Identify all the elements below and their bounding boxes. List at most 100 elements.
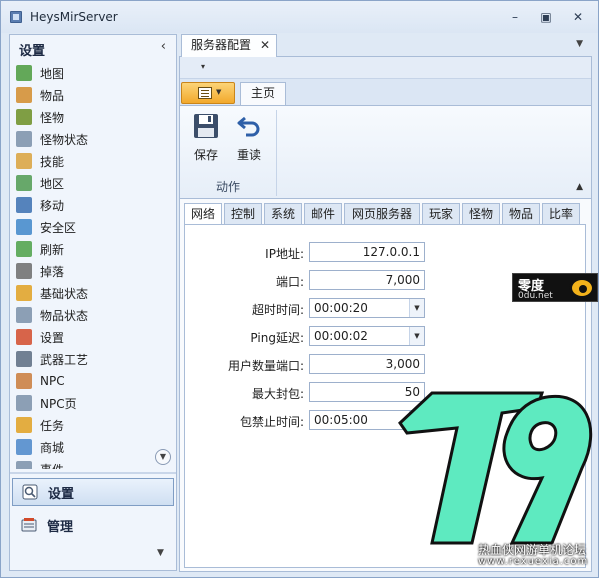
field-label: 包禁止时间:: [239, 415, 304, 429]
document-tabstrip: 服务器配置 ✕ ▼: [179, 34, 592, 57]
sidebar-item[interactable]: 地图: [16, 63, 166, 83]
watermark-t9-logo: [398, 391, 593, 545]
chevron-down-icon: ▼: [216, 88, 222, 96]
sidebar-item[interactable]: 怪物: [16, 107, 166, 127]
sidebar-item[interactable]: 移动: [16, 195, 166, 215]
sidebar-item[interactable]: 商城: [16, 437, 166, 457]
sidebar-collapse-icon[interactable]: ‹: [161, 39, 166, 54]
safezone-icon: [16, 219, 32, 235]
dropdown-arrow-icon[interactable]: ▼: [409, 299, 424, 317]
sidebar-item-label: 地区: [40, 176, 65, 191]
npc-icon: [16, 373, 32, 389]
field-label: 超时时间:: [251, 303, 304, 317]
form-row: IP地址: 127.0.0.1: [185, 242, 587, 264]
sidebar-item-label: 任务: [40, 418, 65, 433]
nav-group-label: 管理: [47, 519, 74, 535]
skill-icon: [16, 153, 32, 169]
watermark-badge-domain: 0du.net: [518, 291, 553, 301]
tab-3[interactable]: 邮件: [304, 203, 342, 225]
app-icon: [10, 11, 22, 23]
tab-6[interactable]: 怪物: [462, 203, 500, 225]
sidebar-item-label: 掉落: [40, 264, 65, 279]
monster-stats-icon: [16, 131, 32, 147]
sidebar-item-label: NPC: [40, 374, 65, 388]
tab-0[interactable]: 网络: [184, 203, 222, 226]
sidebar-item-label: 怪物: [40, 110, 65, 125]
number-field[interactable]: 7,000: [309, 270, 425, 290]
time-field[interactable]: 00:00:02: [309, 326, 425, 346]
shop-icon: [16, 439, 32, 455]
sidebar-item[interactable]: 安全区: [16, 217, 166, 237]
sidebar-item-label: 武器工艺: [40, 352, 89, 367]
move-icon: [16, 197, 32, 213]
close-button[interactable]: ✕: [570, 10, 586, 24]
field-label: IP地址:: [265, 247, 304, 261]
sidebar-item[interactable]: 基础状态: [16, 283, 166, 303]
ribbon-body: 保存 重读 动作 ▲: [180, 105, 591, 199]
reload-button[interactable]: 重读: [230, 112, 268, 168]
sidebar-item-label: NPC页: [40, 396, 77, 411]
settings-tabs: 网络 控制 系统 邮件 网页服务器 玩家 怪物 物品 比率: [184, 203, 586, 226]
sidebar-item[interactable]: 掉落: [16, 261, 166, 281]
tab-2[interactable]: 系统: [264, 203, 302, 225]
sidebar-item[interactable]: 事件: [16, 459, 166, 469]
sidebar-item[interactable]: 地区: [16, 173, 166, 193]
quick-access-toolbar: ▾: [180, 57, 591, 79]
number-field[interactable]: 127.0.0.1: [309, 242, 425, 262]
minimize-button[interactable]: –: [507, 10, 523, 24]
sidebar-item[interactable]: 任务: [16, 415, 166, 435]
sidebar-item-label: 事件: [40, 461, 64, 470]
field-label: 用户数量端口:: [227, 359, 304, 373]
settings-circle-icon: [16, 329, 32, 345]
reload-icon: [235, 112, 263, 140]
sidebar-item[interactable]: 怪物状态: [16, 129, 166, 149]
sidebar-item[interactable]: 物品状态: [16, 305, 166, 325]
app-menu-icon: [198, 87, 212, 99]
nav-group-manage[interactable]: 管理: [12, 511, 174, 539]
qat-customize-icon[interactable]: ▾: [201, 62, 205, 71]
tab-5[interactable]: 玩家: [422, 203, 460, 225]
sidebar-item[interactable]: 刷新: [16, 239, 166, 259]
ribbon-collapse-icon[interactable]: ▲: [576, 182, 583, 192]
field-label: 端口:: [275, 275, 304, 289]
scroll-down-icon[interactable]: ▼: [155, 449, 171, 465]
sidebar-divider: [10, 472, 176, 474]
dropdown-arrow-icon[interactable]: ▼: [409, 327, 424, 345]
tab-4[interactable]: 网页服务器: [344, 203, 420, 225]
tab-7[interactable]: 物品: [502, 203, 540, 225]
time-field[interactable]: 00:00:20: [309, 298, 425, 318]
ribbon-tabs: ▼ 主页: [180, 79, 591, 105]
sidebar-item[interactable]: 设置: [16, 327, 166, 347]
number-field[interactable]: 3,000: [309, 354, 425, 374]
nav-group-settings[interactable]: 设置: [12, 478, 174, 506]
save-icon: [192, 112, 220, 140]
sidebar-item-list: 地图物品怪物怪物状态 技能地区移动 安全区刷新掉落基础状态物品状态设置武器工艺 NPC…: [10, 63, 176, 469]
ribbon-group-separator: [276, 110, 277, 196]
tab-list-dropdown-icon[interactable]: ▼: [576, 39, 583, 49]
sidebar-item[interactable]: 技能: [16, 151, 166, 171]
tab-server-config[interactable]: 服务器配置 ✕: [181, 34, 277, 57]
save-button[interactable]: 保存: [187, 112, 225, 168]
quest-icon: [16, 417, 32, 433]
tab-1[interactable]: 控制: [224, 203, 262, 225]
close-tab-icon[interactable]: ✕: [260, 35, 270, 56]
sidebar-item-label: 基础状态: [40, 286, 89, 301]
sidebar-title: 设置: [19, 44, 46, 59]
map-icon: [16, 65, 32, 81]
sidebar-item-label: 物品: [40, 88, 65, 103]
sidebar-item[interactable]: NPC: [16, 371, 166, 391]
sidebar-item[interactable]: 物品: [16, 85, 166, 105]
ribbon-tab-home[interactable]: 主页: [240, 82, 286, 105]
sidebar-item[interactable]: 武器工艺: [16, 349, 166, 369]
sidebar-item-label: 设置: [40, 330, 65, 345]
sidebar-item-label: 商城: [40, 440, 65, 455]
save-button-label: 保存: [193, 148, 218, 162]
overflow-menu-icon[interactable]: ▼: [157, 548, 164, 558]
sidebar-item-label: 刷新: [40, 242, 65, 257]
maximize-button[interactable]: ▣: [538, 10, 554, 24]
box-icon: [16, 87, 32, 103]
field-label: 最大封包:: [251, 387, 304, 401]
sidebar-item[interactable]: NPC页: [16, 393, 166, 413]
application-menu-button[interactable]: ▼: [181, 82, 235, 104]
tab-8[interactable]: 比率: [542, 203, 580, 225]
